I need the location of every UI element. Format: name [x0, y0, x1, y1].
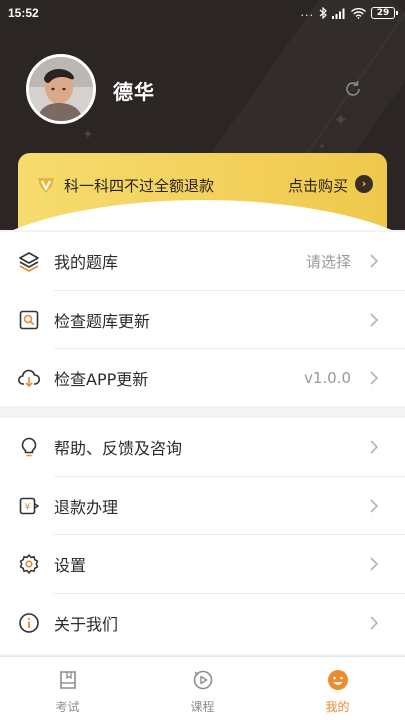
- promo-text: 科一科四不过全额退款: [64, 177, 215, 195]
- tab-me[interactable]: 我的: [270, 657, 405, 720]
- tab-course[interactable]: 课程: [135, 657, 270, 720]
- course-icon: [193, 670, 212, 690]
- tab-label: 我的: [325, 700, 350, 714]
- tab-label: 课程: [190, 700, 215, 714]
- bluetooth-icon: [319, 7, 327, 19]
- svg-text:¥: ¥: [25, 502, 31, 512]
- arrow-right-circle-icon[interactable]: ›: [355, 175, 373, 193]
- menu-item-label: 退款办理: [54, 497, 119, 517]
- status-bar: 15:52 ... 29: [0, 0, 405, 28]
- tab-exam[interactable]: 考试: [0, 657, 135, 720]
- avatar[interactable]: [26, 54, 96, 124]
- vip-badge-icon: [38, 178, 54, 193]
- chevron-right-icon: [370, 557, 379, 571]
- app-version: v1.0.0: [303, 369, 351, 388]
- menu-item-settings[interactable]: 设置: [0, 535, 405, 594]
- menu-item-refund[interactable]: ¥ 退款办理: [0, 477, 405, 535]
- sparkle-decor-icon: ✦: [333, 110, 349, 131]
- bottom-tab-bar: 考试 课程 我的: [0, 656, 405, 720]
- cloud-download-icon: [18, 369, 40, 388]
- chevron-right-icon: [370, 440, 379, 454]
- refund-icon: ¥: [19, 497, 40, 515]
- username: 德华: [113, 80, 155, 104]
- refresh-icon[interactable]: [343, 79, 363, 99]
- menu-item-label: 检查APP更新: [54, 370, 149, 390]
- settings-icon: [19, 554, 39, 574]
- tab-label: 考试: [55, 700, 80, 714]
- menu-group-support: 帮助、反馈及咨询 ¥ 退款办理 设置 关于我们: [0, 418, 405, 654]
- sparkle-decor-icon: ✦: [318, 142, 326, 152]
- menu-item-label: 关于我们: [54, 614, 119, 634]
- menu-item-my-tiku[interactable]: 我的题库 请选择: [0, 232, 405, 291]
- wifi-icon: [351, 7, 366, 19]
- menu-group-tiku: 我的题库 请选择 检查题库更新 检查APP更新 v1.0.0: [0, 232, 405, 406]
- me-icon: [327, 670, 348, 690]
- chevron-right-icon: [370, 499, 379, 513]
- menu-item-label: 设置: [54, 556, 87, 576]
- buy-link[interactable]: 点击购买: [288, 175, 348, 196]
- exam-icon: [59, 671, 76, 689]
- menu-item-label: 检查题库更新: [54, 311, 151, 331]
- menu-item-label: 帮助、反馈及咨询: [54, 439, 183, 459]
- profile-header: ✦ ✦ ✦ 15:52 ... 29 德华 科一科四不过全额退款 点击购买 ›: [0, 0, 405, 230]
- sparkle-decor-icon: ✦: [82, 127, 94, 143]
- status-time: 15:52: [8, 6, 39, 20]
- profile-screen: ✦ ✦ ✦ 15:52 ... 29 德华 科一科四不过全额退款 点击购买 › …: [0, 0, 405, 720]
- menu-item-about[interactable]: 关于我们: [0, 594, 405, 653]
- battery-icon: 29: [371, 7, 398, 19]
- chevron-right-icon: [370, 254, 379, 268]
- menu-item-help-feedback[interactable]: 帮助、反馈及咨询: [0, 418, 405, 477]
- layers-icon: [19, 252, 39, 273]
- search-doc-icon: [19, 310, 39, 330]
- chevron-right-icon: [370, 371, 379, 385]
- lightbulb-icon: [21, 437, 37, 457]
- menu-item-label: 我的题库: [54, 253, 119, 273]
- battery-level: 29: [376, 7, 390, 18]
- menu-item-value: 请选择: [305, 252, 351, 271]
- signal-icon: [332, 8, 345, 19]
- chevron-right-icon: [370, 616, 379, 630]
- more-dots-icon: ...: [300, 6, 314, 19]
- info-icon: [19, 612, 39, 633]
- menu-item-check-tiku-update[interactable]: 检查题库更新: [0, 291, 405, 349]
- menu-item-check-app-update[interactable]: 检查APP更新 v1.0.0: [0, 349, 405, 408]
- chevron-right-icon: [370, 313, 379, 327]
